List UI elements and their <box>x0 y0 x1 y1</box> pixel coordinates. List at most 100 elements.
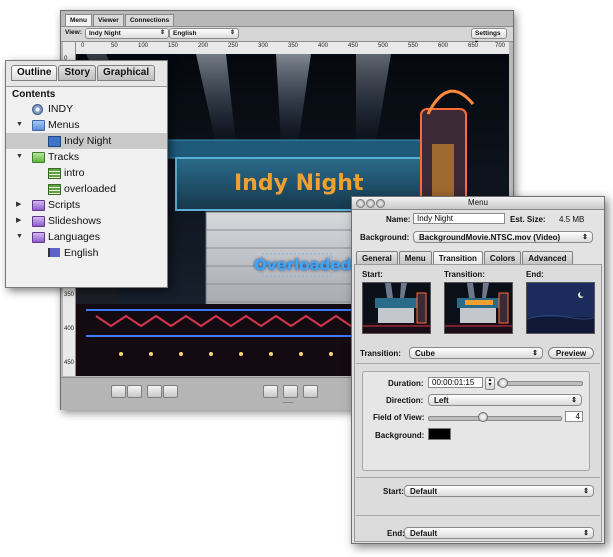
preview-button[interactable] <box>283 385 298 398</box>
tree-item-english[interactable]: English <box>6 245 167 261</box>
end-thumbnail-image <box>527 283 594 333</box>
ruler-number: 600 <box>438 43 449 49</box>
tab-general[interactable]: General <box>356 251 398 265</box>
ruler-number: 450 <box>348 43 359 49</box>
start-popup[interactable]: Default ⇕ <box>404 485 594 497</box>
display-button[interactable] <box>303 385 318 398</box>
tree-item-label: Tracks <box>48 151 80 163</box>
language-popup-value: English <box>173 30 197 37</box>
disclosure-triangle-icon[interactable]: ▶ <box>16 213 21 229</box>
settings-button[interactable]: Settings ▾ <box>471 28 507 46</box>
settings-label: Settings <box>475 30 501 37</box>
end-thumbnail <box>526 282 595 334</box>
tree-item-intro[interactable]: intro <box>6 165 167 181</box>
inspector-title: Menu <box>467 198 488 207</box>
ruler-number: 250 <box>228 43 239 49</box>
tree-item-menus[interactable]: ▼ Menus <box>6 117 167 133</box>
close-icon[interactable] <box>356 199 365 208</box>
ruler-number: 400 <box>318 43 329 49</box>
transition-label: Transition: <box>360 349 401 358</box>
chevron-updown-icon: ⇕ <box>159 30 165 36</box>
duration-field[interactable] <box>428 377 483 388</box>
ruler-number: 700 <box>495 43 506 49</box>
tree-item-overloaded[interactable]: overloaded <box>6 181 167 197</box>
track-icon <box>48 168 61 179</box>
field-of-view-field[interactable] <box>565 411 583 422</box>
transition-thumb-label: Transition: <box>444 270 485 279</box>
name-field[interactable] <box>413 213 505 224</box>
tab-transition[interactable]: Transition <box>432 251 483 265</box>
direction-label: Direction: <box>386 396 424 405</box>
zoom-icon[interactable] <box>376 199 385 208</box>
disc-icon <box>32 104 43 115</box>
resize-handle[interactable] <box>283 402 293 403</box>
tree-item-indy-night[interactable]: Indy Night <box>6 133 167 149</box>
layer-button-2[interactable] <box>127 385 142 398</box>
menu-icon <box>48 136 61 147</box>
tab-viewer[interactable]: Viewer <box>92 14 124 26</box>
preview-button[interactable]: Preview <box>548 347 594 359</box>
tab-advanced[interactable]: Advanced <box>522 251 573 265</box>
layer-button-4[interactable] <box>163 385 178 398</box>
duration-slider[interactable] <box>497 381 583 386</box>
tab-menu[interactable]: Menu <box>65 14 92 26</box>
start-popup-value: Default <box>410 487 438 496</box>
transition-popup[interactable]: Cube ⇕ <box>409 347 543 359</box>
separator <box>356 363 600 364</box>
ruler-number: 50 <box>111 43 118 49</box>
tree-item-label: Indy Night <box>64 135 112 147</box>
layer-button-3[interactable] <box>147 385 162 398</box>
menu-button-overloaded[interactable]: Overloaded <box>254 256 351 274</box>
language-popup[interactable]: English ⇕ <box>169 28 239 39</box>
tree-item-languages[interactable]: ▼ Languages <box>6 229 167 245</box>
chevron-updown-icon: ⇕ <box>571 397 577 404</box>
camera-button[interactable] <box>263 385 278 398</box>
tab-colors[interactable]: Colors <box>483 251 522 265</box>
view-label: View: <box>65 29 82 36</box>
transition-popup-value: Cube <box>415 349 435 358</box>
outline-tabs: Outline Story Graphical <box>11 65 156 81</box>
tab-story[interactable]: Story <box>58 65 97 81</box>
field-of-view-slider-knob[interactable] <box>477 412 488 422</box>
tree-item-label: English <box>64 247 99 259</box>
disclosure-triangle-icon[interactable]: ▶ <box>16 197 21 213</box>
duration-slider-knob[interactable] <box>498 378 508 388</box>
disclosure-triangle-icon[interactable]: ▼ <box>16 229 23 245</box>
est-size-label: Est. Size: <box>510 215 546 224</box>
tree-item-scripts[interactable]: ▶ Scripts <box>6 197 167 213</box>
tree-item-label: intro <box>64 167 85 179</box>
direction-popup[interactable]: Left ⇕ <box>428 394 582 406</box>
duration-stepper[interactable]: ▴ ▾ <box>485 377 495 390</box>
ruler-number: 150 <box>168 43 179 49</box>
field-of-view-slider[interactable] <box>428 416 562 421</box>
disclosure-triangle-icon[interactable]: ▼ <box>16 117 23 133</box>
layer-button-1[interactable] <box>111 385 126 398</box>
ruler-number: 0 <box>81 43 85 49</box>
tab-menu[interactable]: Menu <box>398 251 432 265</box>
tab-graphical[interactable]: Graphical <box>97 65 156 81</box>
end-popup[interactable]: Default ⇕ <box>404 527 594 539</box>
background-color-swatch[interactable] <box>428 428 451 440</box>
tab-outline[interactable]: Outline <box>11 65 58 81</box>
name-label: Name: <box>386 215 411 224</box>
ruler-number: 400 <box>64 326 75 332</box>
menu-inspector: Menu Name: Est. Size: 4.5 MB Background:… <box>351 196 605 544</box>
tree-item-indy[interactable]: INDY <box>6 101 167 117</box>
tab-connections[interactable]: Connections <box>124 14 175 26</box>
minimize-icon[interactable] <box>366 199 375 208</box>
start-thumb-label: Start: <box>362 270 383 279</box>
end-label: End: <box>387 529 405 538</box>
direction-popup-value: Left <box>434 396 449 405</box>
tree-item-tracks[interactable]: ▼ Tracks <box>6 149 167 165</box>
tree-item-slideshows[interactable]: ▶ Slideshows <box>6 213 167 229</box>
ruler-number: 350 <box>288 43 299 49</box>
folder-icon <box>32 152 45 163</box>
field-of-view-label: Field of View: <box>373 413 425 422</box>
duration-label: Duration: <box>388 379 424 388</box>
disclosure-triangle-icon[interactable]: ▼ <box>16 149 23 165</box>
background-color-label: Background: <box>375 431 425 440</box>
view-popup[interactable]: Indy Night ⇕ <box>85 28 169 39</box>
background-popup[interactable]: BackgroundMovie.NTSC.mov (Video) ⇕ <box>413 231 593 243</box>
background-label: Background: <box>360 233 410 242</box>
ruler-number: 350 <box>64 292 75 298</box>
